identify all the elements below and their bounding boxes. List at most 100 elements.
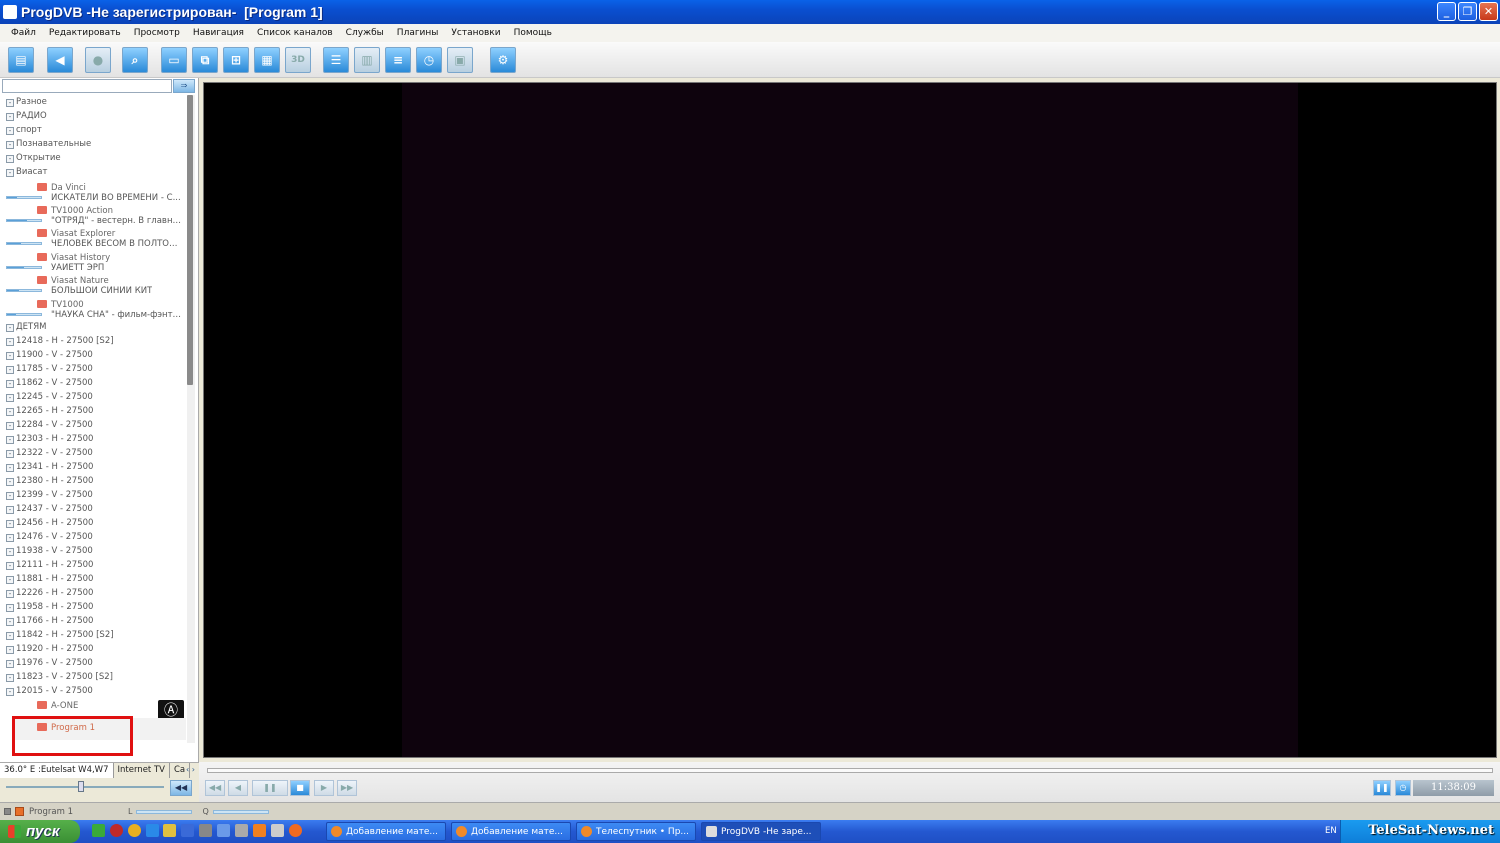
transponder-row[interactable]: -11842 - H - 27500 [S2]	[0, 629, 186, 643]
quicklaunch-icon[interactable]	[199, 824, 212, 837]
transponder-row[interactable]: -11958 - H - 27500	[0, 601, 186, 615]
tab-scroll-arrows[interactable]: ‹ ›	[186, 765, 195, 774]
menu-help[interactable]: Помощь	[509, 28, 560, 38]
expand-icon[interactable]: -	[6, 422, 14, 430]
scheduler-icon[interactable]: ◷	[416, 47, 442, 73]
record-icon[interactable]: ●	[85, 47, 111, 73]
channel-row[interactable]: Da Vinci ИСКАТЕЛИ ВО ВРЕМЕНИ - С...	[0, 183, 186, 205]
expand-icon[interactable]: -	[6, 450, 14, 458]
expand-icon[interactable]: -	[6, 436, 14, 444]
transponder-row[interactable]: -11938 - V - 27500	[0, 545, 186, 559]
expand-icon[interactable]: -	[6, 464, 14, 472]
expand-icon[interactable]: -	[6, 141, 14, 149]
menu-plugins[interactable]: Плагины	[392, 28, 447, 38]
quicklaunch-icon[interactable]	[163, 824, 176, 837]
next-icon[interactable]: ▶▶	[337, 780, 357, 796]
quicklaunch-icon[interactable]	[92, 824, 105, 837]
maximize-button[interactable]: ❐	[1458, 2, 1477, 21]
teletext-icon[interactable]: ▥	[354, 47, 380, 73]
transponder-row[interactable]: -12245 - V - 27500	[0, 391, 186, 405]
transponder-row[interactable]: -11862 - V - 27500	[0, 377, 186, 391]
video-area[interactable]	[203, 82, 1497, 758]
transponder-row[interactable]: -12303 - H - 27500	[0, 433, 186, 447]
settings-gear-icon[interactable]: ⚙	[490, 47, 516, 73]
expand-icon[interactable]: -	[6, 660, 14, 668]
stop-icon[interactable]: ■	[290, 780, 310, 796]
transponder-row[interactable]: -12437 - V - 27500	[0, 503, 186, 517]
channel-row[interactable]: TV1000 Action "ОТРЯД" - вестерн. В главн…	[0, 206, 186, 228]
group-row[interactable]: - Открытие	[0, 152, 186, 166]
grid-9-icon[interactable]: ▦	[254, 47, 280, 73]
timeshift-icon[interactable]: ❚❚	[1373, 780, 1391, 796]
channel-row[interactable]: Viasat Explorer ЧЕЛОВЕК ВЕСОМ В ПОЛТОН..…	[0, 229, 186, 251]
window-mode-icon[interactable]: ▭	[161, 47, 187, 73]
transponder-row[interactable]: -11785 - V - 27500	[0, 363, 186, 377]
expand-icon[interactable]: -	[6, 576, 14, 584]
vlc-icon[interactable]	[253, 824, 266, 837]
group-row[interactable]: - РАДИО	[0, 110, 186, 124]
close-button[interactable]: ✕	[1479, 2, 1498, 21]
prev-icon[interactable]: ◀◀	[205, 780, 225, 796]
taskbar-task-active[interactable]: ProgDVB -Не заре...	[701, 822, 821, 841]
expand-icon[interactable]: -	[6, 380, 14, 388]
collapse-icon[interactable]: -	[6, 169, 14, 177]
expand-icon[interactable]: -	[6, 646, 14, 654]
back-icon[interactable]: ◀	[47, 47, 73, 73]
transponder-row[interactable]: -11976 - V - 27500	[0, 657, 186, 671]
transponder-row[interactable]: -12111 - H - 27500	[0, 559, 186, 573]
expand-icon[interactable]: -	[6, 324, 14, 332]
tab-eutelsat[interactable]: 36.0° E :Eutelsat W4,W7	[0, 763, 114, 778]
start-button[interactable]: пуск	[0, 820, 80, 843]
menu-file[interactable]: Файл	[6, 28, 44, 38]
grid-4-icon[interactable]: ⊞	[223, 47, 249, 73]
epg-icon[interactable]: ☰	[323, 47, 349, 73]
channel-row[interactable]: Viasat History УАЙЕТТ ЭРП	[0, 253, 186, 275]
expand-icon[interactable]: -	[6, 478, 14, 486]
expand-icon[interactable]: -	[6, 674, 14, 682]
expand-icon[interactable]: -	[6, 352, 14, 360]
transponder-row[interactable]: -12476 - V - 27500	[0, 531, 186, 545]
expand-icon[interactable]: -	[6, 492, 14, 500]
transponder-row[interactable]: -12226 - H - 27500	[0, 587, 186, 601]
quicklaunch-icon[interactable]	[110, 824, 123, 837]
expand-icon[interactable]: -	[6, 632, 14, 640]
transponder-row[interactable]: -11823 - V - 27500 [S2]	[0, 671, 186, 685]
list-icon[interactable]: ≡	[385, 47, 411, 73]
channel-row[interactable]: Viasat Nature БОЛЬШОЙ СИНИЙ КИТ	[0, 276, 186, 298]
group-row[interactable]: - Разное	[0, 96, 186, 110]
transponder-row[interactable]: -11920 - H - 27500	[0, 643, 186, 657]
channel-search-input[interactable]	[2, 79, 172, 93]
collapse-icon[interactable]: -	[6, 688, 14, 696]
channel-row[interactable]: TV1000 "НАУКА СНА" - фильм-фэнте...	[0, 300, 186, 322]
taskbar-task[interactable]: Добавление мате...	[326, 822, 446, 841]
menu-edit[interactable]: Редактировать	[44, 28, 129, 38]
transponder-row[interactable]: -11766 - H - 27500	[0, 615, 186, 629]
menu-channel-list[interactable]: Список каналов	[252, 28, 341, 38]
transponder-row[interactable]: -12456 - H - 27500	[0, 517, 186, 531]
fullscreen-icon[interactable]: ⧉	[192, 47, 218, 73]
taskbar-task[interactable]: Телеспутник • Пр...	[576, 822, 696, 841]
group-row[interactable]: - Виасат	[0, 166, 186, 180]
pause-icon[interactable]: ❚❚	[252, 780, 288, 796]
menu-services[interactable]: Службы	[341, 28, 392, 38]
expand-icon[interactable]: -	[6, 99, 14, 107]
transponder-row[interactable]: -12265 - H - 27500	[0, 405, 186, 419]
expand-icon[interactable]: -	[6, 506, 14, 514]
quicklaunch-icon[interactable]	[181, 824, 194, 837]
quicklaunch-icon[interactable]	[271, 824, 284, 837]
expand-icon[interactable]: -	[6, 548, 14, 556]
transponder-row[interactable]: -11881 - H - 27500	[0, 573, 186, 587]
group-row[interactable]: - спорт	[0, 124, 186, 138]
expand-icon[interactable]: -	[6, 127, 14, 135]
expand-icon[interactable]: -	[6, 618, 14, 626]
taskbar-task[interactable]: Добавление мате...	[451, 822, 571, 841]
transponder-row[interactable]: -12418 - H - 27500 [S2]	[0, 335, 186, 349]
expand-icon[interactable]: -	[6, 408, 14, 416]
expand-icon[interactable]: -	[6, 604, 14, 612]
expand-icon[interactable]: -	[6, 394, 14, 402]
minimize-button[interactable]: _	[1437, 2, 1456, 21]
transponder-row[interactable]: -12380 - H - 27500	[0, 475, 186, 489]
quicklaunch-icon[interactable]	[235, 824, 248, 837]
volume-slider[interactable]	[6, 786, 164, 788]
clock-icon[interactable]: ◷	[1395, 780, 1411, 796]
